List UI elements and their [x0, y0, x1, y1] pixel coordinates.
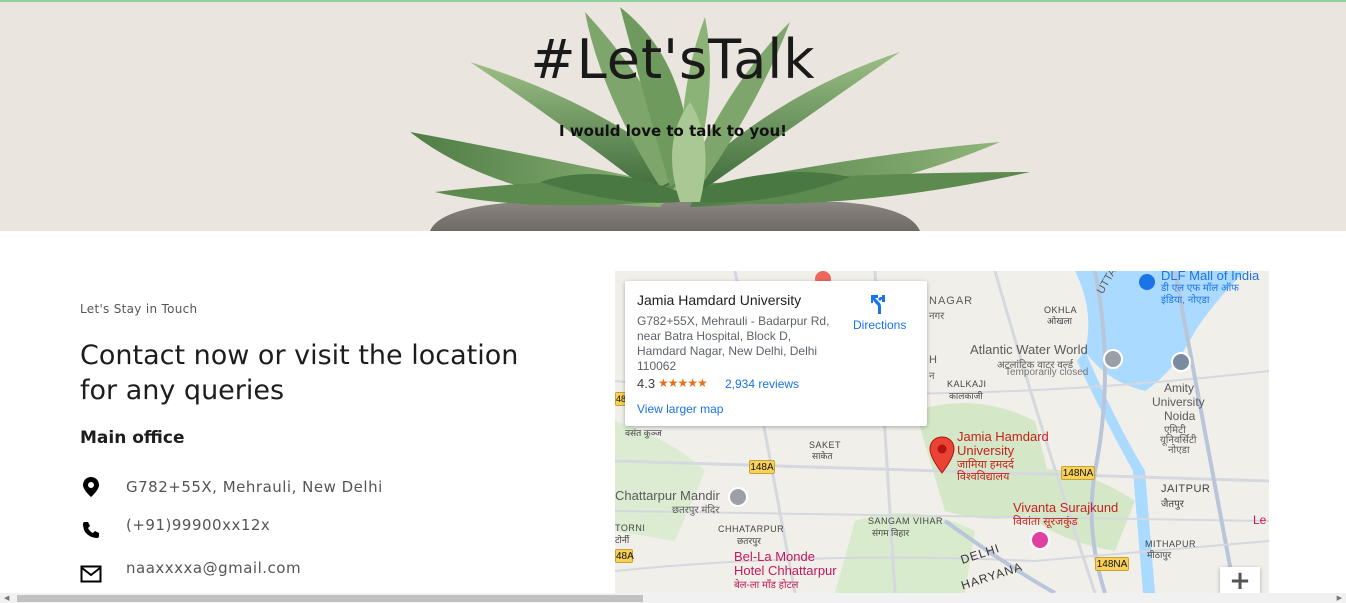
email-row: naaxxxxa@gmail.com	[80, 559, 301, 587]
map-label-amity-hi-3: नोएडा	[1168, 445, 1190, 456]
road-shield-148a: 148A	[749, 460, 775, 474]
directions-link[interactable]: Directions	[853, 318, 906, 332]
map-label-torni: TORNI	[615, 523, 646, 533]
map-label-torni-hi: टोर्नी	[615, 535, 630, 545]
phone-icon	[80, 519, 102, 541]
map-label-belamonde-1: Bel-La Monde	[734, 549, 815, 564]
map-label-amity-2: University	[1152, 395, 1205, 409]
hero-banner: #Let'sTalk I would love to talk to you!	[0, 2, 1346, 231]
map-label-jaitpur: JAITPUR	[1161, 483, 1211, 495]
map-label-jamia-hi-2: विश्वविद्यालय	[957, 471, 1010, 483]
map-label-belamonde-hi: बेल-ला मॉंड होटल	[734, 580, 799, 591]
map-label-dlf-hi-2: इंडिया, नोएडा	[1161, 295, 1210, 306]
location-pin-icon	[80, 476, 102, 498]
main-office-label: Main office	[80, 428, 185, 448]
phone-text: (+91)99900xx12x	[126, 516, 271, 534]
map-label-saket-hi: साकेत	[812, 451, 833, 461]
contact-eyebrow: Let's Stay in Touch	[80, 302, 198, 316]
map-label-okhla-hi: ओखला	[1047, 316, 1073, 326]
map-label-atlantic: Atlantic Water World	[970, 342, 1088, 357]
attraction-icon[interactable]	[1103, 349, 1123, 369]
map-label-amity-1: Amity	[1164, 381, 1194, 395]
place-rating: 4.3	[637, 376, 656, 391]
zoom-in-button[interactable]: +	[1220, 567, 1260, 593]
google-map-embed[interactable]: 148A 148NA 148NA 48A 48A NAGAR नगर H न O…	[615, 271, 1269, 593]
phone-row: (+91)99900xx12x	[80, 516, 270, 543]
scroll-right-icon[interactable]: ▶	[1337, 594, 1342, 602]
map-label-atlantic-status: Temporarily closed	[1005, 367, 1089, 378]
hero-subtitle: I would love to talk to you!	[559, 122, 787, 140]
map-label-jamia-2: University	[957, 443, 1015, 458]
rating-stars-icon: ★★★★★	[658, 376, 708, 390]
map-label-nagar-hi: नगर	[929, 311, 945, 322]
map-label-jaitpur-hi: जैतपुर	[1161, 499, 1184, 510]
hotel-icon[interactable]	[1030, 530, 1050, 550]
map-label-sangam: SANGAM VIHAR	[868, 516, 944, 526]
map-label-h-hi: न	[929, 371, 935, 382]
map-label-vivanta: Vivanta Surajkund	[1013, 500, 1119, 515]
road-shield-148na: 148NA	[1061, 466, 1095, 480]
place-name: Jamia Hamdard University	[637, 292, 802, 308]
map-label-chattarpur-mandir-hi: छतरपुर मंदिर	[672, 505, 720, 516]
mail-icon	[80, 563, 102, 585]
map-label-kalkaji: KALKAJI	[947, 379, 987, 389]
map-label-chattarpur-mandir: Chattarpur Mandir	[615, 488, 720, 503]
map-label-vasant: वसंत कुञ्ज	[625, 428, 662, 438]
address-row: G782+55X, Mehrauli, New Delhi	[80, 474, 382, 500]
location-marker-icon[interactable]	[929, 436, 955, 479]
road-shield-48a: 48A	[615, 549, 634, 563]
map-label-belamonde-2: Hotel Chhattarpur	[734, 563, 837, 578]
place-address: G782+55X, Mehrauli - Badarpur Rd, near B…	[637, 314, 830, 373]
map-label-vivanta-hi: विवांता सूरजकुंड	[1013, 516, 1078, 528]
map-label-jamia-1: Jamia Hamdard	[957, 429, 1049, 444]
map-label-kalkaji-hi: कालकाजी	[949, 391, 983, 401]
road-shield-148na-2: 148NA	[1095, 557, 1129, 571]
map-label-amity-3: Noida	[1164, 409, 1196, 423]
view-larger-map-link[interactable]: View larger map	[637, 402, 723, 416]
email-text: naaxxxxa@gmail.com	[126, 559, 302, 577]
map-label-le: Le	[1253, 513, 1267, 527]
contact-heading: Contact now or visit the location for an…	[80, 340, 519, 406]
scroll-left-icon[interactable]: ◀	[4, 594, 9, 602]
hero-title: #Let'sTalk	[530, 28, 816, 91]
directions-icon[interactable]	[868, 293, 888, 320]
map-label-nagar: NAGAR	[929, 295, 974, 307]
map-label-mithapur-hi: मीठापुर	[1147, 550, 1172, 560]
map-label-chhatarpur: CHHATARPUR	[718, 524, 785, 534]
map-label-h: H	[929, 354, 937, 366]
map-label-sangam-hi: संगम विहार	[872, 528, 910, 538]
shopping-bag-icon[interactable]	[1139, 274, 1155, 290]
address-text: G782+55X, Mehrauli, New Delhi	[126, 478, 383, 496]
map-label-chhatarpur-hi: छतरपुर	[737, 536, 761, 546]
place-info-card: Jamia Hamdard University G782+55X, Mehra…	[625, 281, 927, 426]
temple-icon[interactable]	[728, 487, 748, 507]
scrollbar-thumb[interactable]	[17, 595, 643, 602]
university-icon[interactable]	[1171, 352, 1191, 372]
reviews-link[interactable]: 2,934 reviews	[725, 377, 799, 391]
horizontal-scrollbar[interactable]: ◀ ▶	[0, 593, 1346, 603]
